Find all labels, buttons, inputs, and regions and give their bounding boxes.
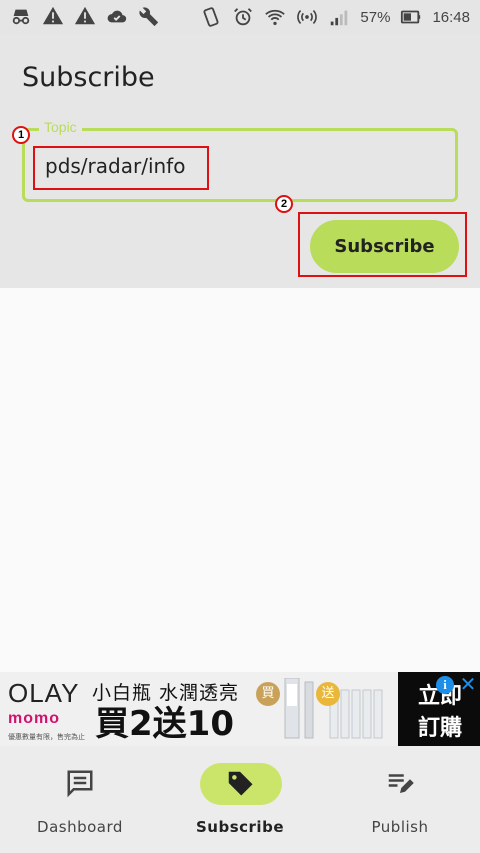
nav-label-publish: Publish bbox=[371, 818, 429, 836]
signal-icon bbox=[331, 10, 348, 26]
nav-item-publish[interactable]: Publish bbox=[320, 746, 480, 853]
nav-item-subscribe[interactable]: Subscribe bbox=[160, 746, 320, 853]
incognito-icon bbox=[12, 9, 30, 25]
subscribe-button[interactable]: Subscribe bbox=[310, 220, 459, 273]
hotspot-icon bbox=[297, 10, 318, 24]
annotation-badge-1: 1 bbox=[12, 126, 30, 144]
subscription-list bbox=[0, 288, 480, 672]
ad-fine-print: 優惠數量有限，售完為止 bbox=[8, 733, 85, 741]
cloud-check-icon bbox=[107, 10, 127, 23]
ad-close-icon[interactable]: ✕ bbox=[458, 674, 478, 694]
wifi-icon bbox=[265, 9, 286, 26]
topic-label: Topic bbox=[39, 119, 82, 135]
ad-headline: 小白瓶 水潤透亮 bbox=[92, 682, 240, 704]
nav-label-dashboard: Dashboard bbox=[37, 818, 123, 836]
warning-icon bbox=[74, 6, 96, 25]
status-bar: 57% 16:48 bbox=[0, 0, 480, 34]
warning-icon bbox=[42, 6, 64, 25]
page-title: Subscribe bbox=[22, 62, 155, 93]
ad-cta-line2: 訂購 bbox=[418, 716, 463, 741]
bottom-navigation: Dashboard Subscribe Publish bbox=[0, 746, 480, 853]
status-right-icons: 57% 16:48 bbox=[200, 6, 470, 28]
topic-field[interactable]: Topic bbox=[22, 119, 458, 202]
clock: 16:48 bbox=[432, 8, 470, 26]
topic-input[interactable] bbox=[45, 154, 205, 178]
status-left-icons bbox=[10, 5, 160, 27]
dashboard-icon bbox=[67, 770, 93, 798]
ad-gift-bubble: 送 bbox=[316, 682, 340, 706]
battery-icon bbox=[401, 10, 421, 24]
edit-list-icon bbox=[388, 774, 414, 793]
ad-info-icon[interactable]: i bbox=[436, 676, 454, 694]
ad-buy-bubble: 買 bbox=[256, 682, 280, 706]
nav-item-dashboard[interactable]: Dashboard bbox=[0, 746, 160, 853]
annotation-badge-2: 2 bbox=[275, 195, 293, 213]
ad-offer: 買2送10 bbox=[95, 704, 234, 744]
subscribe-panel: Subscribe Topic 1 2 Subscribe bbox=[0, 34, 480, 288]
wrench-icon bbox=[139, 7, 159, 27]
tag-icon bbox=[228, 771, 253, 796]
ad-banner[interactable]: OLAY momo 優惠數量有限，售完為止 小白瓶 水潤透亮 買2送10 買 送… bbox=[0, 672, 480, 746]
battery-percent: 57% bbox=[360, 8, 391, 26]
topic-highlight bbox=[33, 146, 209, 190]
ad-sub-brand: momo bbox=[8, 710, 60, 727]
vibrate-icon bbox=[203, 7, 219, 27]
ad-brand: OLAY bbox=[8, 678, 80, 708]
alarm-icon bbox=[234, 8, 253, 26]
nav-label-subscribe: Subscribe bbox=[196, 818, 284, 836]
subscribe-button-highlight: Subscribe bbox=[298, 212, 467, 277]
